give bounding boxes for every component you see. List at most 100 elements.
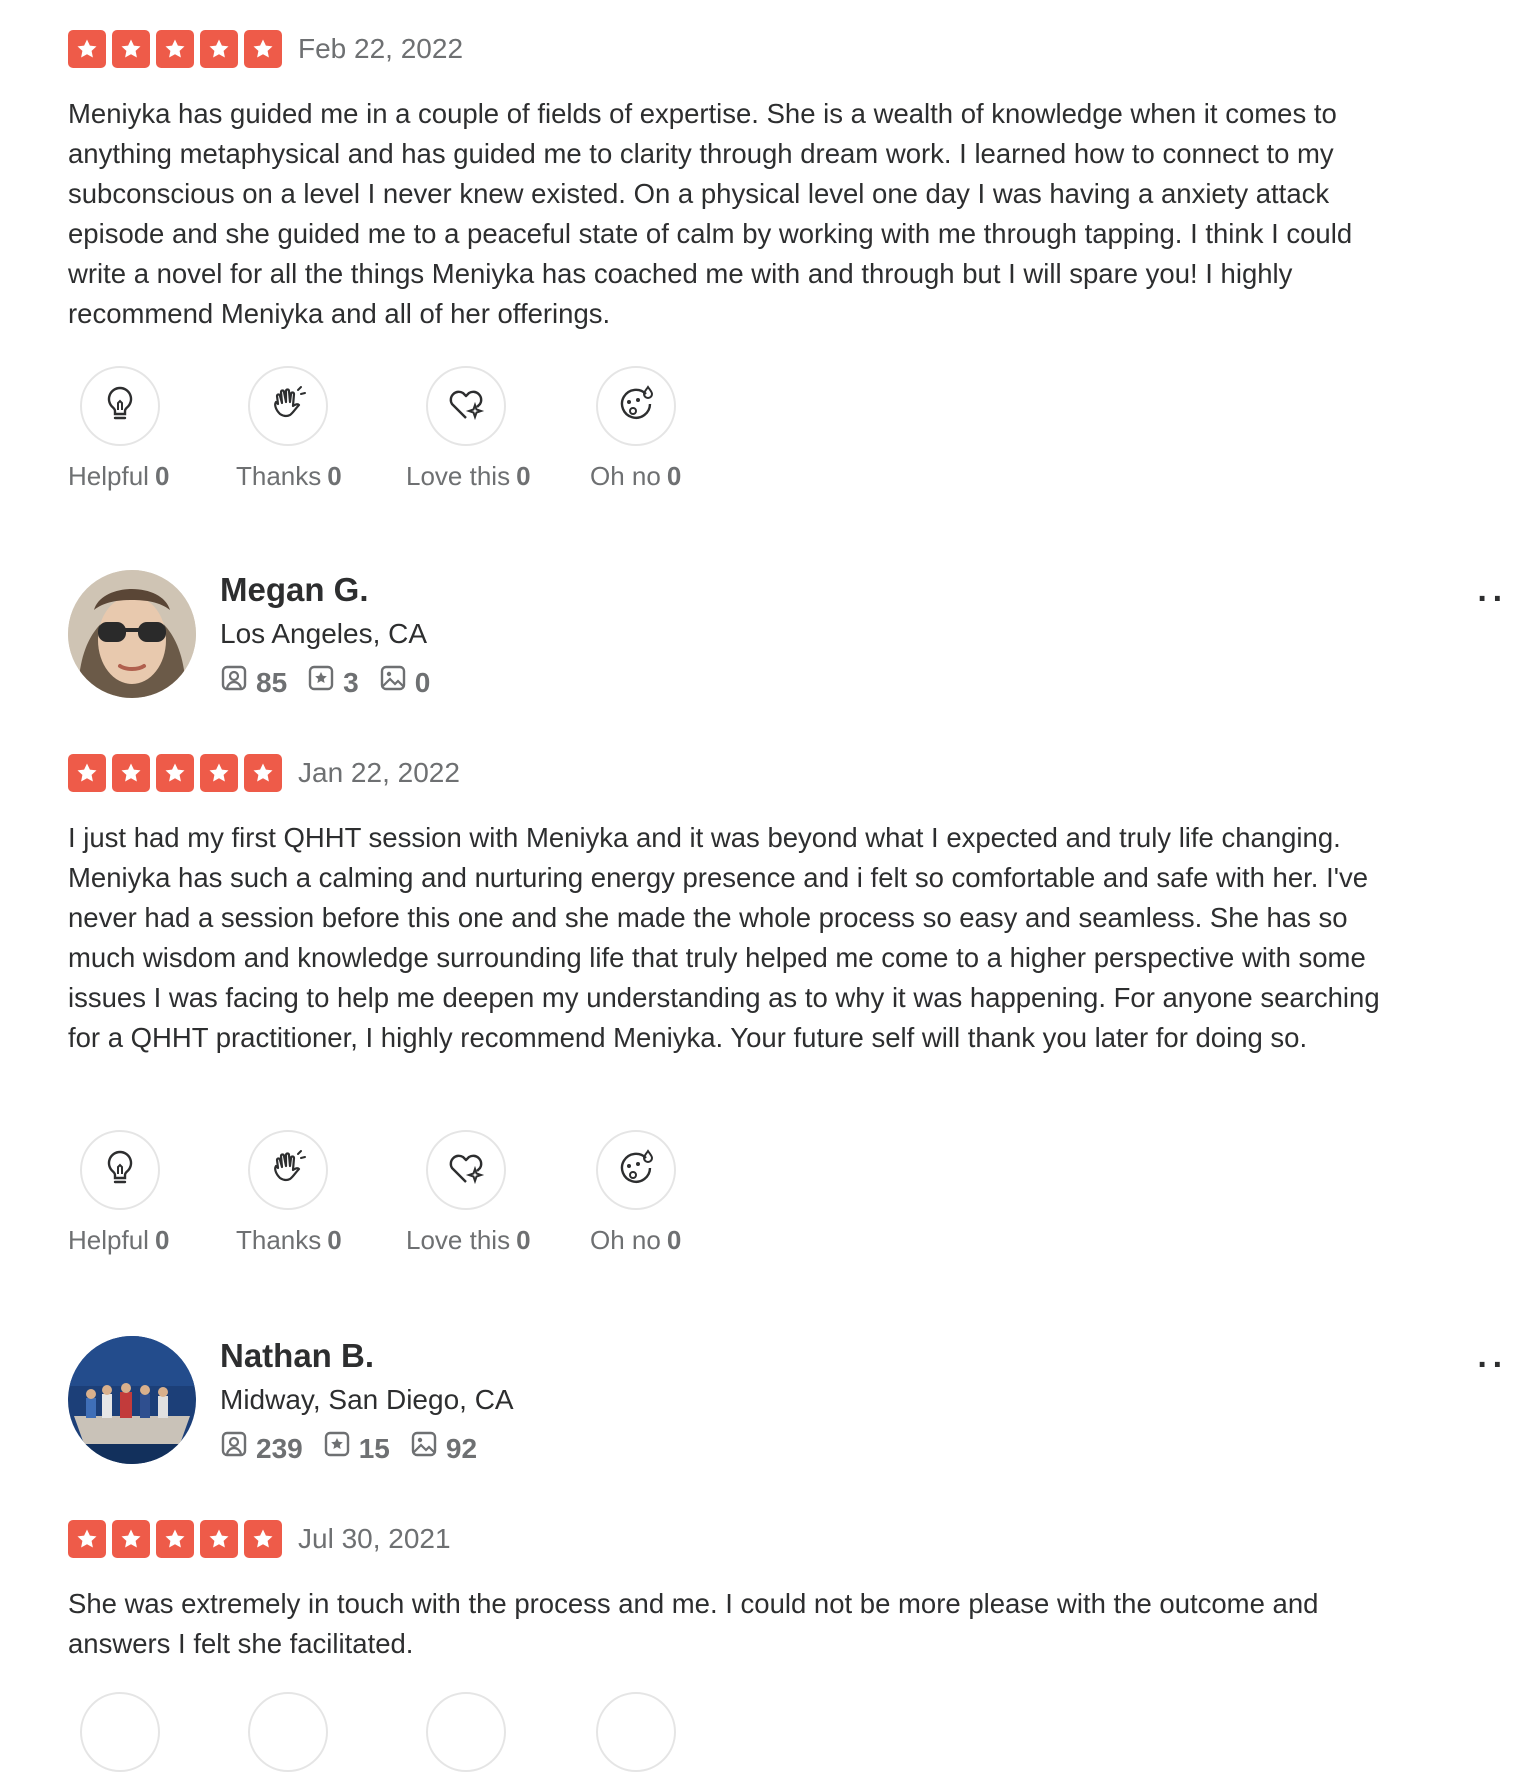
star-icon: [244, 1520, 282, 1558]
user-location: Los Angeles, CA: [220, 618, 428, 649]
reaction-label: Thanks 0: [236, 1224, 342, 1256]
reaction-thanks[interactable]: Thanks 0: [236, 1130, 342, 1255]
reaction-label: Love this 0: [406, 460, 531, 492]
friends-icon: [220, 1430, 248, 1467]
photos-count: 0: [414, 666, 431, 698]
lightbulb-icon: [102, 385, 138, 428]
user-name[interactable]: Megan G.: [220, 570, 369, 610]
reaction-label: Thanks 0: [236, 460, 342, 492]
helpful-button[interactable]: [80, 366, 160, 446]
helpful-button[interactable]: [80, 1692, 160, 1772]
oh-no-count: 0: [666, 1225, 682, 1255]
review-text: I just had my first QHHT session with Me…: [68, 822, 1380, 1053]
reaction-label: Oh no 0: [590, 460, 681, 492]
user-stats: 239 15 92: [220, 1430, 485, 1467]
review-date: Jul 30, 2021: [298, 1523, 451, 1554]
review-star-icon: [307, 664, 335, 701]
star-icon: [200, 1520, 238, 1558]
more-options-button[interactable]: ··: [1477, 1346, 1508, 1385]
reviews-count: 3: [343, 666, 359, 698]
thanks-button[interactable]: [248, 1692, 328, 1772]
reaction-helpful[interactable]: [80, 1692, 160, 1772]
star-rating: [68, 754, 282, 792]
helpful-count: 0: [154, 461, 170, 491]
user-stats: 85 3 0: [220, 664, 438, 701]
reaction-label: Helpful 0: [68, 1224, 169, 1256]
star-rating: [68, 1520, 282, 1558]
helpful-label: Helpful: [68, 461, 149, 491]
photo-icon: [379, 664, 407, 701]
reaction-love-this[interactable]: Love this 0: [406, 1130, 531, 1255]
heart-sparkle-icon: [446, 385, 486, 428]
sad-face-icon: [616, 1148, 656, 1193]
friends-stat: 239: [220, 1430, 303, 1467]
oh-no-button[interactable]: [596, 1130, 676, 1210]
star-icon: [200, 30, 238, 68]
star-icon: [68, 1520, 106, 1558]
reaction-love-this[interactable]: Love this 0: [406, 366, 531, 491]
photos-stat: 0: [379, 664, 431, 701]
love-this-button[interactable]: [426, 1692, 506, 1772]
reaction-label: Love this 0: [406, 1224, 531, 1256]
more-options-button[interactable]: ··: [1477, 580, 1508, 619]
helpful-label: Helpful: [68, 1225, 149, 1255]
love-this-label: Love this: [406, 1225, 511, 1255]
friends-icon: [220, 664, 248, 701]
photos-stat: 92: [410, 1430, 477, 1467]
oh-no-button[interactable]: [596, 366, 676, 446]
review-text: Meniyka has guided me in a couple of fie…: [68, 98, 1353, 329]
love-this-button[interactable]: [426, 1130, 506, 1210]
wave-hand-icon: [268, 384, 308, 429]
review-date: Feb 22, 2022: [298, 33, 464, 64]
oh-no-count: 0: [666, 461, 682, 491]
reaction-oh-no[interactable]: Oh no 0: [590, 366, 681, 491]
reaction-thanks[interactable]: [248, 1692, 328, 1772]
star-icon: [156, 1520, 194, 1558]
oh-no-label: Oh no: [590, 1225, 661, 1255]
reviews-count: 15: [358, 1432, 390, 1464]
star-icon: [156, 30, 194, 68]
star-rating: [68, 30, 282, 68]
reaction-love-this[interactable]: [426, 1692, 506, 1772]
love-this-button[interactable]: [426, 366, 506, 446]
review-star-icon: [323, 1430, 351, 1467]
star-icon: [244, 30, 282, 68]
reviews-stat: 3: [307, 664, 359, 701]
star-icon: [68, 754, 106, 792]
sad-face-icon: [616, 384, 656, 429]
helpful-count: 0: [154, 1225, 170, 1255]
helpful-button[interactable]: [80, 1130, 160, 1210]
reaction-label: Helpful 0: [68, 460, 169, 492]
oh-no-button[interactable]: [596, 1692, 676, 1772]
thanks-label: Thanks: [236, 461, 322, 491]
star-icon: [244, 754, 282, 792]
reaction-thanks[interactable]: Thanks 0: [236, 366, 342, 491]
thanks-button[interactable]: [248, 1130, 328, 1210]
reaction-oh-no[interactable]: Oh no 0: [590, 1130, 681, 1255]
heart-sparkle-icon: [446, 1149, 486, 1192]
reaction-helpful[interactable]: Helpful 0: [68, 366, 169, 491]
thanks-button[interactable]: [248, 366, 328, 446]
user-location: Midway, San Diego, CA: [220, 1384, 514, 1415]
thanks-count: 0: [327, 1225, 342, 1255]
reaction-helpful[interactable]: Helpful 0: [68, 1130, 169, 1255]
wave-hand-icon: [268, 1148, 308, 1193]
friends-count: 85: [256, 666, 288, 698]
reviews-stat: 15: [323, 1430, 390, 1467]
star-icon: [68, 30, 106, 68]
star-icon: [156, 754, 194, 792]
love-this-count: 0: [516, 1225, 531, 1255]
thanks-label: Thanks: [236, 1225, 322, 1255]
star-icon: [112, 30, 150, 68]
reaction-label: Oh no 0: [590, 1224, 681, 1256]
user-name[interactable]: Nathan B.: [220, 1336, 374, 1376]
review-date: Jan 22, 2022: [298, 757, 460, 788]
avatar[interactable]: [68, 570, 196, 698]
avatar[interactable]: [68, 1336, 196, 1464]
lightbulb-icon: [102, 1149, 138, 1192]
photos-count: 92: [445, 1432, 478, 1464]
star-icon: [112, 1520, 150, 1558]
reaction-oh-no[interactable]: [596, 1692, 676, 1772]
review-text: She was extremely in touch with the proc…: [68, 1588, 1319, 1659]
love-this-count: 0: [516, 461, 531, 491]
